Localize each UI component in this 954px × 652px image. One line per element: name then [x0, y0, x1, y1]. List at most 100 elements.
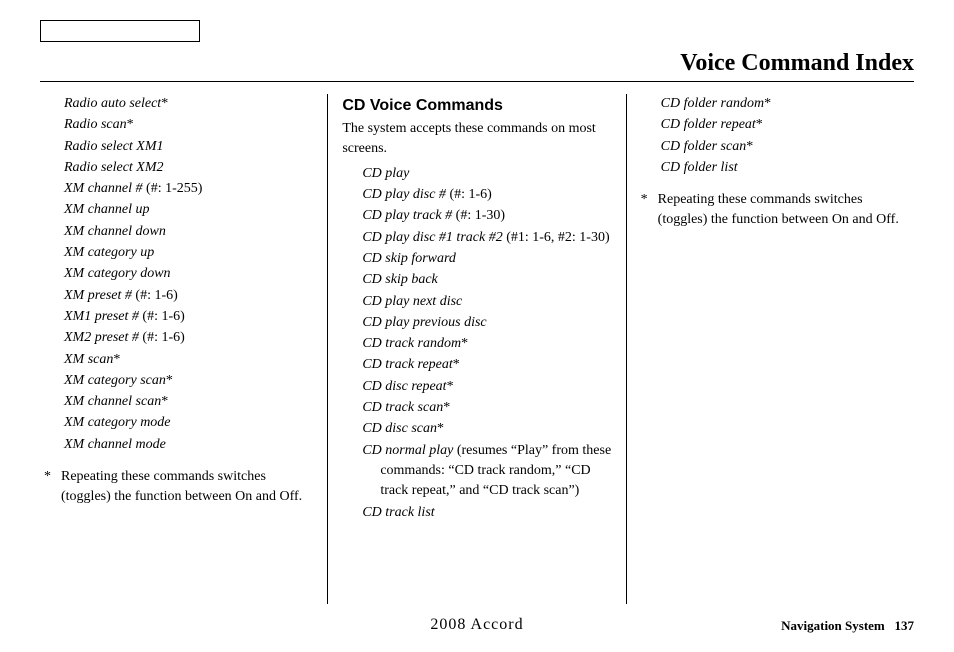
command-item: XM channel down	[64, 222, 313, 242]
note-marker: *	[44, 467, 51, 508]
command-item: CD play next disc	[362, 292, 611, 312]
command-text: CD folder scan	[661, 139, 747, 154]
footer-right: Navigation System 137	[781, 618, 914, 634]
command-item: XM channel scan*	[64, 392, 313, 412]
command-suffix: *	[447, 379, 454, 394]
command-text: CD play disc #1 track #2	[362, 230, 502, 245]
command-item: CD play previous disc	[362, 313, 611, 333]
command-item: CD disc scan*	[362, 419, 611, 439]
header-rule	[40, 81, 914, 82]
command-text: CD folder list	[661, 160, 738, 175]
col1-command-list: Radio auto select*Radio scan*Radio selec…	[44, 94, 313, 455]
command-text: CD skip back	[362, 272, 437, 287]
column-1: Radio auto select*Radio scan*Radio selec…	[40, 94, 327, 604]
command-item: CD folder random*	[661, 94, 910, 114]
command-item: CD track repeat*	[362, 355, 611, 375]
command-suffix: *	[113, 352, 120, 367]
command-suffix: (#: 1-6)	[132, 288, 178, 303]
command-item: CD track scan*	[362, 398, 611, 418]
command-text: XM category up	[64, 245, 154, 260]
command-text: XM preset #	[64, 288, 132, 303]
command-suffix: (#: 1-255)	[143, 181, 203, 196]
command-item: CD play	[362, 164, 611, 184]
command-suffix: *	[161, 394, 168, 409]
command-item: CD skip back	[362, 270, 611, 290]
command-suffix: *	[437, 421, 444, 436]
command-suffix: *	[443, 400, 450, 415]
note-marker: *	[641, 190, 648, 231]
col1-note: * Repeating these commands switches (tog…	[44, 467, 313, 508]
section-heading: CD Voice Commands	[342, 94, 611, 117]
command-suffix: (#: 1-6)	[139, 309, 185, 324]
command-item: CD track random*	[362, 334, 611, 354]
command-item: Radio select XM2	[64, 158, 313, 178]
command-item: CD play track # (#: 1-30)	[362, 206, 611, 226]
command-item: CD disc repeat*	[362, 377, 611, 397]
command-text: XM channel scan	[64, 394, 161, 409]
command-item: XM channel mode	[64, 435, 313, 455]
command-text: Radio auto select	[64, 96, 161, 111]
page-number: 137	[895, 618, 915, 633]
command-text: XM category mode	[64, 415, 171, 430]
command-text: Radio scan	[64, 117, 127, 132]
command-item: XM channel # (#: 1-255)	[64, 179, 313, 199]
col2-command-list: CD playCD play disc # (#: 1-6)CD play tr…	[342, 164, 611, 523]
command-text: Radio select XM2	[64, 160, 164, 175]
col3-command-list: CD folder random*CD folder repeat*CD fol…	[641, 94, 910, 178]
header-box	[40, 20, 200, 42]
command-text: XM scan	[64, 352, 113, 367]
command-text: XM channel down	[64, 224, 166, 239]
command-item: XM preset # (#: 1-6)	[64, 286, 313, 306]
command-item: CD folder list	[661, 158, 910, 178]
command-text: CD play next disc	[362, 294, 462, 309]
command-item: Radio auto select*	[64, 94, 313, 114]
note-text: Repeating these commands switches (toggl…	[658, 190, 910, 231]
content-columns: Radio auto select*Radio scan*Radio selec…	[40, 94, 914, 604]
command-item: XM2 preset # (#: 1-6)	[64, 328, 313, 348]
command-suffix: *	[127, 117, 134, 132]
command-item: CD track list	[362, 503, 611, 523]
command-suffix: *	[756, 117, 763, 132]
command-suffix: *	[453, 357, 460, 372]
command-item: CD play disc #1 track #2 (#1: 1-6, #2: 1…	[362, 228, 611, 248]
command-text: XM2 preset #	[64, 330, 139, 345]
command-item: XM category scan*	[64, 371, 313, 391]
command-item: XM scan*	[64, 350, 313, 370]
command-text: XM channel #	[64, 181, 143, 196]
footer-center: 2008 Accord	[430, 616, 523, 634]
command-text: CD track list	[362, 505, 434, 520]
command-item: CD play disc # (#: 1-6)	[362, 185, 611, 205]
command-text: CD play previous disc	[362, 315, 486, 330]
command-text: Radio select XM1	[64, 139, 164, 154]
command-text: CD folder random	[661, 96, 764, 111]
command-item: CD skip forward	[362, 249, 611, 269]
command-text: XM1 preset #	[64, 309, 139, 324]
command-item: XM category mode	[64, 413, 313, 433]
section-intro: The system accepts these commands on mos…	[342, 119, 611, 160]
command-suffix: (#: 1-30)	[452, 208, 505, 223]
command-text: CD skip forward	[362, 251, 456, 266]
command-suffix: (#: 1-6)	[446, 187, 492, 202]
command-item: XM category up	[64, 243, 313, 263]
command-item: Radio scan*	[64, 115, 313, 135]
command-text: CD play track #	[362, 208, 452, 223]
command-suffix: (#: 1-6)	[139, 330, 185, 345]
command-text: CD play disc #	[362, 187, 446, 202]
command-text: XM channel up	[64, 202, 150, 217]
column-2: CD Voice Commands The system accepts the…	[327, 94, 626, 604]
command-text: CD track random	[362, 336, 461, 351]
command-text: CD play	[362, 166, 409, 181]
footer-label: Navigation System	[781, 618, 885, 633]
command-suffix: *	[166, 373, 173, 388]
command-suffix: *	[746, 139, 753, 154]
command-item: XM1 preset # (#: 1-6)	[64, 307, 313, 327]
column-3: CD folder random*CD folder repeat*CD fol…	[627, 94, 914, 604]
command-text: CD normal play	[362, 443, 453, 458]
command-item: CD folder scan*	[661, 137, 910, 157]
command-text: XM channel mode	[64, 437, 166, 452]
footer: 2008 Accord Navigation System 137	[0, 616, 954, 634]
command-suffix: *	[161, 96, 168, 111]
command-item: CD normal play (resumes “Play” from thes…	[362, 441, 611, 502]
command-text: XM category down	[64, 266, 171, 281]
command-item: XM channel up	[64, 200, 313, 220]
